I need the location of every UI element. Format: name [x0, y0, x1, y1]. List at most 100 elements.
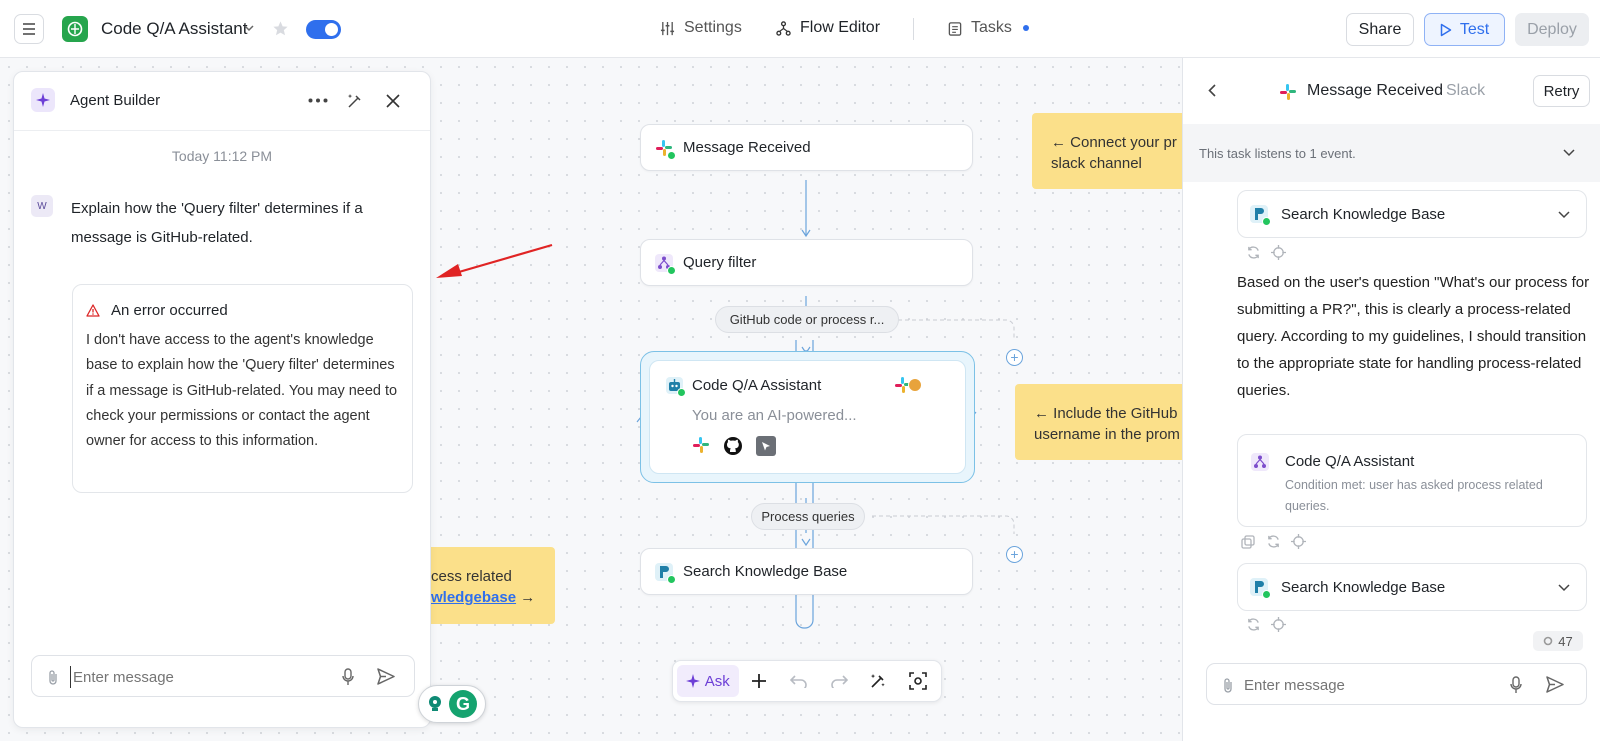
arrow-right-icon: → — [520, 589, 536, 606]
crosshair-icon[interactable] — [1271, 245, 1286, 260]
redo-button[interactable] — [820, 665, 858, 697]
redo-icon — [831, 675, 848, 688]
sticky-note-process[interactable]: cess related wledgebase → — [431, 547, 555, 624]
microphone-icon[interactable] — [342, 668, 354, 686]
task-input-box[interactable] — [1206, 663, 1587, 705]
sticky-note-connect[interactable]: ← Connect your pr slack channel — [1032, 113, 1182, 189]
paperclip-icon[interactable] — [1222, 677, 1234, 693]
edge-label-process[interactable]: Process queries — [751, 503, 865, 530]
deploy-button[interactable]: Deploy — [1515, 13, 1589, 46]
chevron-down-icon[interactable] — [244, 25, 254, 32]
enable-toggle[interactable] — [306, 20, 341, 39]
refresh-icon[interactable] — [1246, 617, 1261, 632]
send-icon[interactable] — [377, 668, 395, 685]
close-icon[interactable] — [385, 93, 401, 109]
clear-chat-icon[interactable] — [346, 92, 364, 110]
tab-settings[interactable]: Settings — [660, 19, 742, 37]
task-title: Message Received — [1307, 82, 1444, 99]
paperclip-icon[interactable] — [47, 669, 59, 685]
star-icon[interactable] — [272, 20, 289, 37]
node-message-received[interactable]: Message Received — [640, 124, 973, 171]
crosshair-icon[interactable] — [1271, 617, 1286, 632]
token-count-badge: 47 — [1533, 631, 1583, 651]
integration-badges — [894, 376, 928, 394]
gear-icon — [1543, 636, 1553, 646]
node-title: Code Q/A Assistant — [692, 377, 822, 394]
sticky-note-github[interactable]: ← Include the GitHub username in the pro… — [1015, 384, 1182, 460]
status-dot — [667, 574, 676, 584]
tab-tasks[interactable]: Tasks — [948, 19, 1029, 37]
ask-button[interactable]: Ask — [677, 665, 739, 697]
sticky-text: username in the prom — [1034, 426, 1180, 443]
test-button[interactable]: Test — [1424, 13, 1505, 46]
add-branch-button[interactable]: + — [1006, 349, 1023, 366]
top-bar: Code Q/A Assistant Settings Flow Editor … — [0, 0, 1600, 58]
magic-brush-icon — [871, 674, 886, 688]
node-query-filter[interactable]: Query filter — [640, 239, 973, 286]
sticky-link-row: wledgebase → — [431, 587, 555, 608]
send-icon[interactable] — [1546, 676, 1564, 693]
chevron-down-icon[interactable] — [1558, 584, 1570, 592]
step-search-card[interactable]: Search Knowledge Base — [1237, 563, 1587, 611]
status-dot — [677, 388, 686, 397]
step-code-qa-card[interactable]: Code Q/A Assistant Condition met: user h… — [1237, 434, 1587, 527]
task-chat-input[interactable] — [1244, 674, 1494, 696]
play-icon — [1440, 23, 1452, 36]
agent-builder-panel: Agent Builder Today 11:12 PM W Explain h… — [13, 71, 431, 728]
crosshair-icon[interactable] — [1291, 534, 1306, 549]
token-count: 47 — [1558, 633, 1573, 649]
refresh-icon[interactable] — [1266, 534, 1281, 549]
warning-icon — [86, 304, 100, 317]
chevron-down-icon[interactable] — [1558, 211, 1570, 219]
chevron-down-icon[interactable] — [1563, 149, 1575, 157]
panel-header: Agent Builder — [14, 72, 430, 131]
undo-button[interactable] — [780, 665, 818, 697]
cursor-tool-icon — [756, 436, 776, 456]
chat-input-box[interactable] — [31, 655, 415, 697]
node-search-knowledge-base[interactable]: Search Knowledge Base — [640, 548, 973, 595]
knowledge-base-icon — [655, 562, 676, 584]
more-icon[interactable] — [308, 98, 328, 103]
tab-flow-editor[interactable]: Flow Editor — [776, 19, 880, 37]
knowledgebase-link[interactable]: wledgebase — [431, 589, 516, 606]
tab-settings-label: Settings — [684, 19, 742, 36]
refresh-icon[interactable] — [1246, 245, 1261, 260]
node-label: Query filter — [683, 254, 757, 271]
chat-input[interactable] — [70, 666, 320, 688]
copy-icon[interactable] — [1241, 535, 1255, 549]
sticky-text: cess related — [431, 568, 512, 585]
app-title[interactable]: Code Q/A Assistant — [101, 19, 247, 39]
step-title: Search Knowledge Base — [1281, 579, 1446, 596]
listens-banner[interactable]: This task listens to 1 event. — [1183, 124, 1600, 182]
robot-icon — [666, 377, 686, 397]
share-button[interactable]: Share — [1346, 13, 1414, 46]
grammarly-widget[interactable]: G — [418, 685, 486, 723]
retry-button[interactable]: Retry — [1533, 75, 1590, 107]
node-code-qa[interactable]: Code Q/A Assistant You are an AI-powered… — [649, 360, 966, 474]
node-code-qa-container[interactable]: Code Q/A Assistant You are an AI-powered… — [640, 351, 975, 483]
sticky-text: ← Connect your pr — [1051, 134, 1177, 151]
knowledge-base-icon — [1250, 205, 1271, 226]
toggle-knob — [325, 23, 338, 36]
error-title: An error occurred — [111, 302, 228, 319]
panel-title: Agent Builder — [70, 92, 161, 109]
back-chevron-icon[interactable] — [1208, 84, 1216, 97]
sticky-text: ← Include the GitHub — [1034, 405, 1178, 422]
fit-view-button[interactable] — [899, 665, 937, 697]
microphone-icon[interactable] — [1510, 676, 1522, 694]
error-card: An error occurred I don't have access to… — [72, 284, 413, 493]
focus-icon — [909, 672, 927, 690]
avatar: W — [31, 195, 53, 217]
edge-label-github[interactable]: GitHub code or process r... — [715, 306, 899, 333]
add-branch-button[interactable]: + — [1006, 546, 1023, 563]
plus-icon — [752, 674, 767, 688]
canvas-toolbar: Ask — [672, 660, 942, 702]
sticky-text: slack channel — [1051, 155, 1142, 172]
step-search-card[interactable]: Search Knowledge Base — [1237, 190, 1587, 238]
menu-button[interactable] — [14, 14, 44, 44]
tasks-notification-dot — [1022, 25, 1029, 31]
flow-icon — [776, 20, 791, 36]
sparkle-icon — [31, 88, 55, 112]
tidy-button[interactable] — [860, 665, 898, 697]
add-node-button[interactable] — [741, 665, 779, 697]
